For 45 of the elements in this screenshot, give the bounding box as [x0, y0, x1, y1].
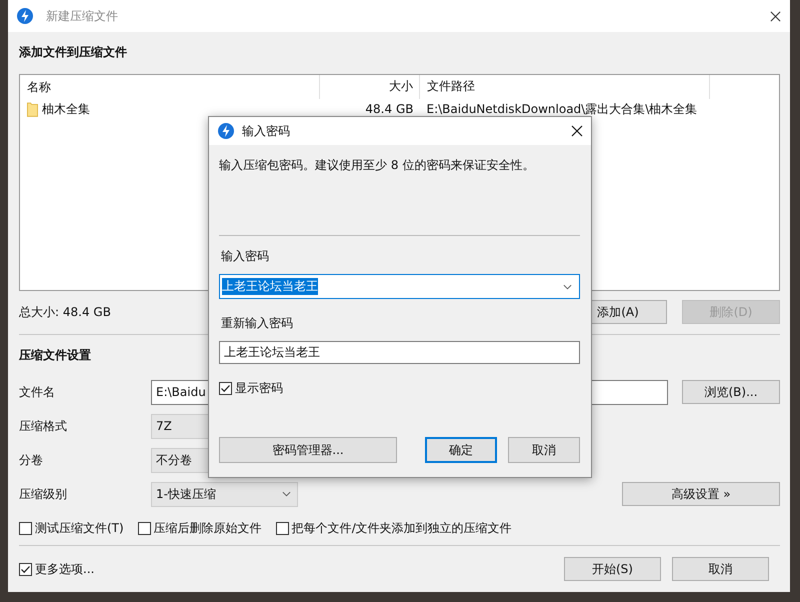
- checkbox-label: 显示密码: [235, 380, 283, 397]
- dialog-title: 输入密码: [242, 122, 290, 140]
- dropdown[interactable]: 1-快速压缩: [151, 482, 298, 506]
- table-cell-text: 48.4 GB: [364, 102, 414, 116]
- checkbox[interactable]: [19, 562, 32, 576]
- lightning-icon: [218, 123, 234, 139]
- checkbox-label: 把每个文件/文件夹添加到独立的压缩文件: [292, 520, 512, 536]
- chevron-icon: [282, 491, 291, 497]
- dialog-button[interactable]: 开始(S): [564, 557, 661, 581]
- checkbox[interactable]: [19, 522, 32, 534]
- password-combo-field[interactable]: 上老王论坛当老王: [219, 274, 580, 299]
- column-header[interactable]: 大小: [320, 75, 420, 99]
- advanced-settings-button[interactable]: 高级设置 »: [622, 482, 780, 506]
- folder-icon: [27, 102, 38, 116]
- field-label: 压缩级别: [19, 486, 68, 502]
- checkbox-label: 测试压缩文件(T): [35, 520, 124, 536]
- field-label: 重新输入密码: [220, 315, 294, 331]
- dialog-button[interactable]: 确定: [425, 437, 497, 463]
- field-label: 分卷: [19, 452, 44, 468]
- field-label: 输入密码: [220, 248, 270, 264]
- lightning-icon: [17, 8, 33, 24]
- section-heading: 添加文件到压缩文件: [19, 44, 127, 61]
- chevron-icon: [563, 284, 572, 290]
- window-title: 新建压缩文件: [46, 8, 118, 24]
- table-cell-text: E:\BaiduNetdiskDownload\露出大合集\柚木全集: [425, 100, 698, 118]
- table-cell: 柚木全集: [42, 100, 90, 118]
- input-field[interactable]: 上老王论坛当老王: [219, 341, 580, 364]
- checkbox-label: 更多选项...: [35, 560, 94, 578]
- checkbox-label: 压缩后删除原始文件: [154, 520, 262, 536]
- dialog-message: 输入压缩包密码。建议使用至少 8 位的密码来保证安全性。: [219, 157, 536, 173]
- field-label: 压缩格式: [19, 418, 68, 434]
- field-label: 文件名: [19, 384, 56, 400]
- total-size-label: 总大小: 48.4 GB: [19, 304, 111, 320]
- dialog-button[interactable]: 取消: [508, 437, 580, 463]
- close-icon[interactable]: [571, 125, 583, 137]
- section-heading: 压缩文件设置: [19, 347, 91, 364]
- checkbox[interactable]: [138, 522, 151, 534]
- column-header[interactable]: 文件路径: [420, 75, 710, 99]
- checkbox[interactable]: [276, 522, 289, 534]
- browse-button[interactable]: 浏览(B)...: [682, 380, 780, 404]
- column-header[interactable]: 名称: [20, 75, 320, 99]
- close-icon[interactable]: [770, 10, 781, 22]
- dialog-button[interactable]: 取消: [672, 557, 769, 581]
- password-manager-button[interactable]: 密码管理器...: [219, 437, 397, 463]
- checkbox[interactable]: [219, 382, 232, 395]
